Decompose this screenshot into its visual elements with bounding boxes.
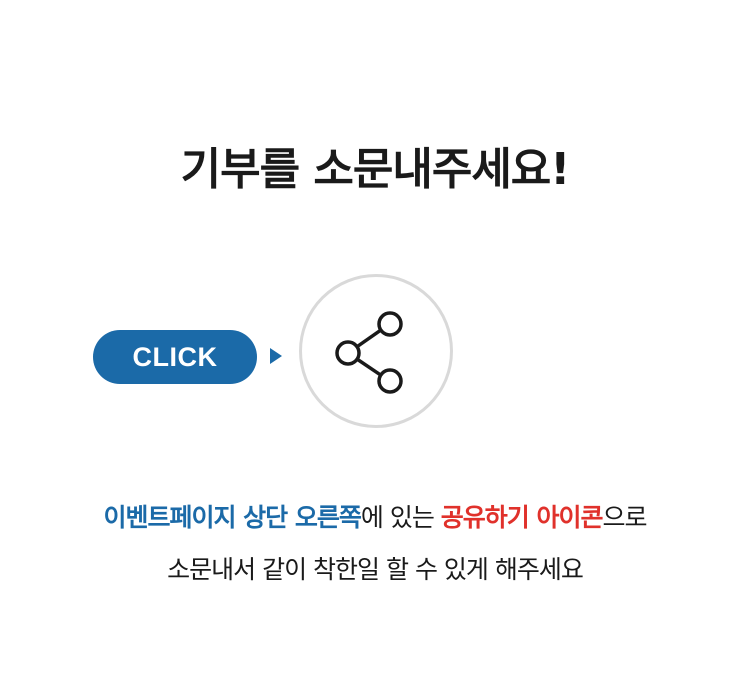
arrow-right-icon — [270, 348, 282, 364]
description-highlight-share-icon: 공유하기 아이콘 — [440, 503, 604, 532]
description-text: 에 있는 — [360, 503, 441, 532]
share-button[interactable] — [299, 274, 453, 428]
description-text-end: 으로 — [602, 503, 648, 532]
click-button[interactable]: CLICK — [93, 330, 257, 384]
description-line-2: 소문내서 같이 착한일 할 수 있게 해주세요 — [167, 555, 584, 584]
share-icon — [335, 311, 403, 394]
description-line-1: 이벤트페이지 상단 오른쪽에 있는 공유하기 아이콘으로 — [0, 500, 750, 536]
page-title: 기부를 소문내주세요! — [180, 144, 571, 195]
description-highlight-location: 이벤트페이지 상단 오른쪽 — [103, 503, 361, 532]
